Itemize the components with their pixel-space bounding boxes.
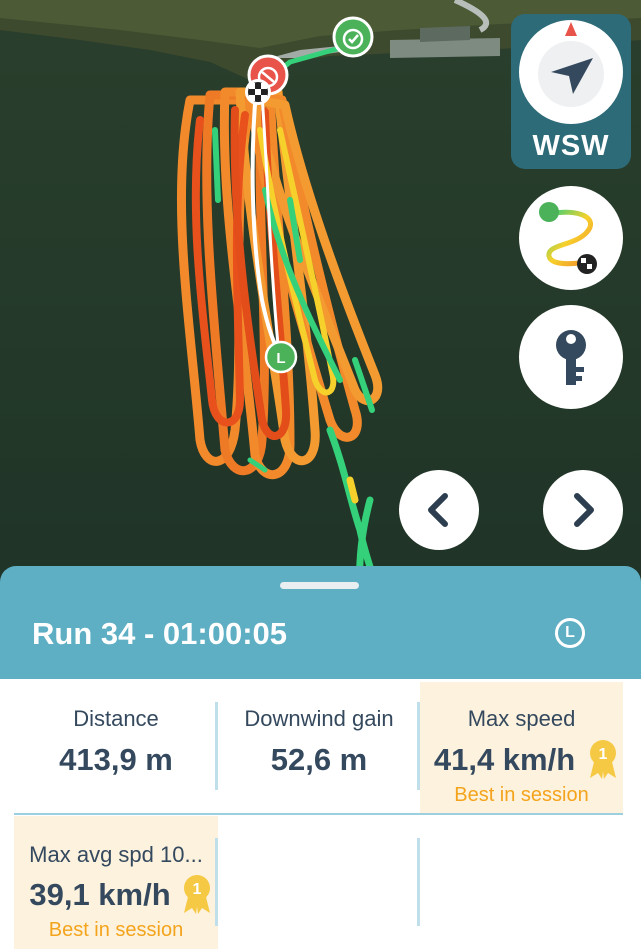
svg-text:1: 1 bbox=[599, 746, 608, 763]
navigation-arrow-icon bbox=[538, 22, 604, 107]
track-route-icon bbox=[539, 202, 597, 274]
stopwatch-start-icon[interactable] bbox=[332, 16, 374, 58]
longest-run-badge[interactable]: L bbox=[555, 618, 585, 648]
stat-value: 413,9 m bbox=[59, 742, 173, 777]
stat-label: Max avg spd 10... bbox=[29, 842, 203, 867]
key-button[interactable] bbox=[519, 305, 623, 409]
run-details-panel: Run 34 - 01:00:05 L Distance 413,9 m Dow… bbox=[0, 566, 641, 949]
previous-run-button[interactable] bbox=[399, 470, 479, 550]
run-header: Run 34 - 01:00:05 L bbox=[0, 566, 641, 679]
medal-icon: 1 bbox=[184, 875, 210, 914]
best-in-session-note: Best in session bbox=[454, 784, 589, 806]
svg-text:L: L bbox=[276, 350, 285, 367]
svg-text:1: 1 bbox=[193, 881, 202, 898]
track-view-button[interactable] bbox=[519, 186, 623, 290]
key-icon bbox=[556, 330, 586, 385]
stat-label: Max speed bbox=[467, 706, 576, 731]
stat-label: Downwind gain bbox=[244, 706, 394, 731]
stat-value: 41,4 km/h bbox=[433, 742, 576, 777]
chevron-right-icon bbox=[574, 493, 594, 527]
stat-label: Distance bbox=[73, 706, 159, 731]
divider bbox=[417, 838, 420, 926]
longest-run-marker[interactable]: L bbox=[264, 340, 298, 374]
row-divider bbox=[14, 813, 623, 815]
stat-value: 39,1 km/h bbox=[29, 877, 171, 912]
run-title: Run 34 - 01:00:05 bbox=[32, 616, 287, 651]
compass bbox=[519, 20, 623, 124]
checkered-flag-icon[interactable] bbox=[245, 79, 271, 105]
medal-icon: 1 bbox=[590, 740, 616, 779]
next-run-button[interactable] bbox=[543, 470, 623, 550]
chevron-left-icon bbox=[428, 493, 448, 527]
wind-direction-label: WSW bbox=[532, 130, 610, 162]
drag-handle[interactable] bbox=[280, 582, 359, 589]
stat-value: 52,6 m bbox=[270, 742, 368, 777]
best-in-session-note: Best in session bbox=[48, 919, 184, 941]
wind-direction-card[interactable]: WSW bbox=[511, 14, 631, 169]
